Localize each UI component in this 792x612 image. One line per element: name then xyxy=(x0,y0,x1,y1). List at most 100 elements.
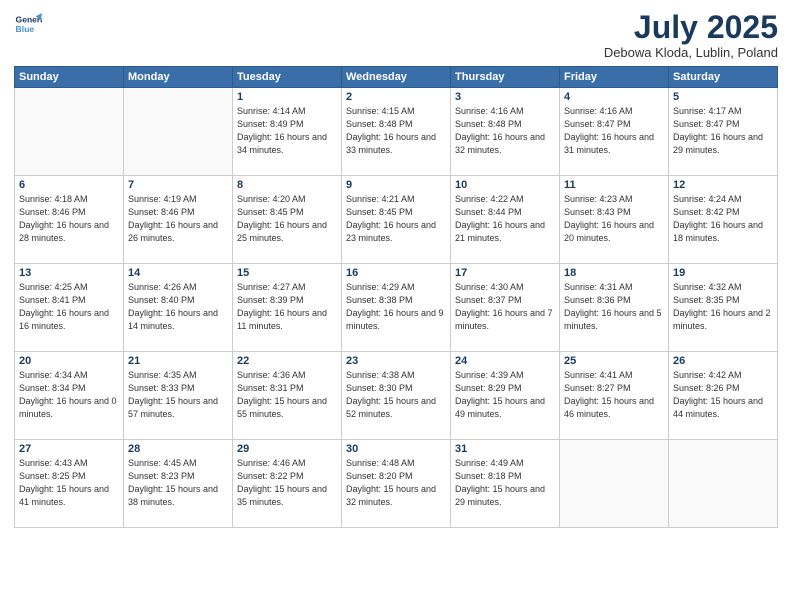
cell-text: Sunrise: 4:17 AM Sunset: 8:47 PM Dayligh… xyxy=(673,105,773,157)
weekday-header-tuesday: Tuesday xyxy=(233,67,342,88)
day-number: 9 xyxy=(346,179,446,191)
title-block: July 2025 Debowa Kloda, Lublin, Poland xyxy=(604,10,778,60)
day-number: 12 xyxy=(673,179,773,191)
day-number: 30 xyxy=(346,443,446,455)
calendar-cell: 20 Sunrise: 4:34 AM Sunset: 8:34 PM Dayli… xyxy=(15,352,124,440)
calendar-cell: 10 Sunrise: 4:22 AM Sunset: 8:44 PM Dayli… xyxy=(451,176,560,264)
calendar-cell: 11 Sunrise: 4:23 AM Sunset: 8:43 PM Dayli… xyxy=(560,176,669,264)
calendar-cell: 16 Sunrise: 4:29 AM Sunset: 8:38 PM Dayli… xyxy=(342,264,451,352)
cell-text: Sunrise: 4:19 AM Sunset: 8:46 PM Dayligh… xyxy=(128,193,228,245)
cell-text: Sunrise: 4:35 AM Sunset: 8:33 PM Dayligh… xyxy=(128,369,228,421)
week-row-4: 20 Sunrise: 4:34 AM Sunset: 8:34 PM Dayli… xyxy=(15,352,778,440)
cell-text: Sunrise: 4:38 AM Sunset: 8:30 PM Dayligh… xyxy=(346,369,446,421)
calendar-cell: 7 Sunrise: 4:19 AM Sunset: 8:46 PM Daylig… xyxy=(124,176,233,264)
calendar-cell: 21 Sunrise: 4:35 AM Sunset: 8:33 PM Dayli… xyxy=(124,352,233,440)
cell-text: Sunrise: 4:25 AM Sunset: 8:41 PM Dayligh… xyxy=(19,281,119,333)
calendar-cell: 25 Sunrise: 4:41 AM Sunset: 8:27 PM Dayli… xyxy=(560,352,669,440)
week-row-2: 6 Sunrise: 4:18 AM Sunset: 8:46 PM Daylig… xyxy=(15,176,778,264)
calendar-cell: 8 Sunrise: 4:20 AM Sunset: 8:45 PM Daylig… xyxy=(233,176,342,264)
calendar-cell: 15 Sunrise: 4:27 AM Sunset: 8:39 PM Dayli… xyxy=(233,264,342,352)
calendar-cell: 4Sunrise: 4:16 AM Sunset: 8:47 PM Daylig… xyxy=(560,88,669,176)
cell-text: Sunrise: 4:20 AM Sunset: 8:45 PM Dayligh… xyxy=(237,193,337,245)
day-number: 8 xyxy=(237,179,337,191)
cell-text: Sunrise: 4:15 AM Sunset: 8:48 PM Dayligh… xyxy=(346,105,446,157)
calendar-cell: 2 Sunrise: 4:15 AM Sunset: 8:48 PM Daylig… xyxy=(342,88,451,176)
day-number: 14 xyxy=(128,267,228,279)
calendar-cell: 28 Sunrise: 4:45 AM Sunset: 8:23 PM Dayli… xyxy=(124,440,233,528)
cell-text: Sunrise: 4:46 AM Sunset: 8:22 PM Dayligh… xyxy=(237,457,337,509)
calendar-cell: 3 Sunrise: 4:16 AM Sunset: 8:48 PM Daylig… xyxy=(451,88,560,176)
day-number: 4 xyxy=(564,91,664,103)
logo: General Blue xyxy=(14,10,42,38)
day-number: 10 xyxy=(455,179,555,191)
day-number: 26 xyxy=(673,355,773,367)
calendar-cell: 5 Sunrise: 4:17 AM Sunset: 8:47 PM Daylig… xyxy=(669,88,778,176)
calendar-cell: 30 Sunrise: 4:48 AM Sunset: 8:20 PM Dayli… xyxy=(342,440,451,528)
calendar-cell xyxy=(15,88,124,176)
cell-text: Sunrise: 4:21 AM Sunset: 8:45 PM Dayligh… xyxy=(346,193,446,245)
calendar-cell: 26 Sunrise: 4:42 AM Sunset: 8:26 PM Dayli… xyxy=(669,352,778,440)
day-number: 3 xyxy=(455,91,555,103)
day-number: 28 xyxy=(128,443,228,455)
calendar-cell xyxy=(124,88,233,176)
day-number: 20 xyxy=(19,355,119,367)
calendar-cell: 6 Sunrise: 4:18 AM Sunset: 8:46 PM Daylig… xyxy=(15,176,124,264)
cell-text: Sunrise: 4:32 AM Sunset: 8:35 PM Dayligh… xyxy=(673,281,773,333)
calendar-cell: 27Sunrise: 4:43 AM Sunset: 8:25 PM Dayli… xyxy=(15,440,124,528)
calendar-table: SundayMondayTuesdayWednesdayThursdayFrid… xyxy=(14,66,778,528)
day-number: 11 xyxy=(564,179,664,191)
day-number: 13 xyxy=(19,267,119,279)
day-number: 2 xyxy=(346,91,446,103)
calendar-cell xyxy=(669,440,778,528)
day-number: 25 xyxy=(564,355,664,367)
day-number: 1 xyxy=(237,91,337,103)
day-number: 18 xyxy=(564,267,664,279)
day-number: 19 xyxy=(673,267,773,279)
day-number: 29 xyxy=(237,443,337,455)
calendar-cell: 14 Sunrise: 4:26 AM Sunset: 8:40 PM Dayli… xyxy=(124,264,233,352)
cell-text: Sunrise: 4:31 AM Sunset: 8:36 PM Dayligh… xyxy=(564,281,664,333)
cell-text: Sunrise: 4:49 AM Sunset: 8:18 PM Dayligh… xyxy=(455,457,555,509)
day-number: 21 xyxy=(128,355,228,367)
cell-text: Sunrise: 4:36 AM Sunset: 8:31 PM Dayligh… xyxy=(237,369,337,421)
weekday-header-row: SundayMondayTuesdayWednesdayThursdayFrid… xyxy=(15,67,778,88)
calendar-cell: 24 Sunrise: 4:39 AM Sunset: 8:29 PM Dayli… xyxy=(451,352,560,440)
week-row-3: 13 Sunrise: 4:25 AM Sunset: 8:41 PM Dayli… xyxy=(15,264,778,352)
calendar-cell: 18 Sunrise: 4:31 AM Sunset: 8:36 PM Dayli… xyxy=(560,264,669,352)
cell-text: Sunrise: 4:42 AM Sunset: 8:26 PM Dayligh… xyxy=(673,369,773,421)
cell-text: Sunrise: 4:45 AM Sunset: 8:23 PM Dayligh… xyxy=(128,457,228,509)
weekday-header-monday: Monday xyxy=(124,67,233,88)
day-number: 7 xyxy=(128,179,228,191)
month-title: July 2025 xyxy=(604,10,778,45)
cell-text: Sunrise: 4:26 AM Sunset: 8:40 PM Dayligh… xyxy=(128,281,228,333)
calendar-cell xyxy=(560,440,669,528)
cell-text: Sunrise: 4:41 AM Sunset: 8:27 PM Dayligh… xyxy=(564,369,664,421)
cell-text: Sunrise: 4:23 AM Sunset: 8:43 PM Dayligh… xyxy=(564,193,664,245)
weekday-header-sunday: Sunday xyxy=(15,67,124,88)
day-number: 6 xyxy=(19,179,119,191)
weekday-header-saturday: Saturday xyxy=(669,67,778,88)
calendar-cell: 19 Sunrise: 4:32 AM Sunset: 8:35 PM Dayli… xyxy=(669,264,778,352)
cell-text: Sunrise: 4:18 AM Sunset: 8:46 PM Dayligh… xyxy=(19,193,119,245)
cell-text: Sunrise: 4:16 AM Sunset: 8:48 PM Dayligh… xyxy=(455,105,555,157)
day-number: 15 xyxy=(237,267,337,279)
day-number: 24 xyxy=(455,355,555,367)
cell-text: Sunrise: 4:48 AM Sunset: 8:20 PM Dayligh… xyxy=(346,457,446,509)
calendar-cell: 9 Sunrise: 4:21 AM Sunset: 8:45 PM Daylig… xyxy=(342,176,451,264)
cell-text: Sunrise: 4:34 AM Sunset: 8:34 PM Dayligh… xyxy=(19,369,119,421)
weekday-header-thursday: Thursday xyxy=(451,67,560,88)
day-number: 16 xyxy=(346,267,446,279)
calendar-cell: 29 Sunrise: 4:46 AM Sunset: 8:22 PM Dayli… xyxy=(233,440,342,528)
calendar-cell: 23Sunrise: 4:38 AM Sunset: 8:30 PM Dayli… xyxy=(342,352,451,440)
cell-text: Sunrise: 4:14 AM Sunset: 8:49 PM Dayligh… xyxy=(237,105,337,157)
cell-text: Sunrise: 4:29 AM Sunset: 8:38 PM Dayligh… xyxy=(346,281,446,333)
calendar-cell: 22 Sunrise: 4:36 AM Sunset: 8:31 PM Dayli… xyxy=(233,352,342,440)
cell-text: Sunrise: 4:27 AM Sunset: 8:39 PM Dayligh… xyxy=(237,281,337,333)
day-number: 5 xyxy=(673,91,773,103)
day-number: 22 xyxy=(237,355,337,367)
week-row-1: 1 Sunrise: 4:14 AM Sunset: 8:49 PM Daylig… xyxy=(15,88,778,176)
calendar-cell: 13 Sunrise: 4:25 AM Sunset: 8:41 PM Dayli… xyxy=(15,264,124,352)
cell-text: Sunrise: 4:39 AM Sunset: 8:29 PM Dayligh… xyxy=(455,369,555,421)
day-number: 31 xyxy=(455,443,555,455)
cell-text: Sunrise: 4:22 AM Sunset: 8:44 PM Dayligh… xyxy=(455,193,555,245)
